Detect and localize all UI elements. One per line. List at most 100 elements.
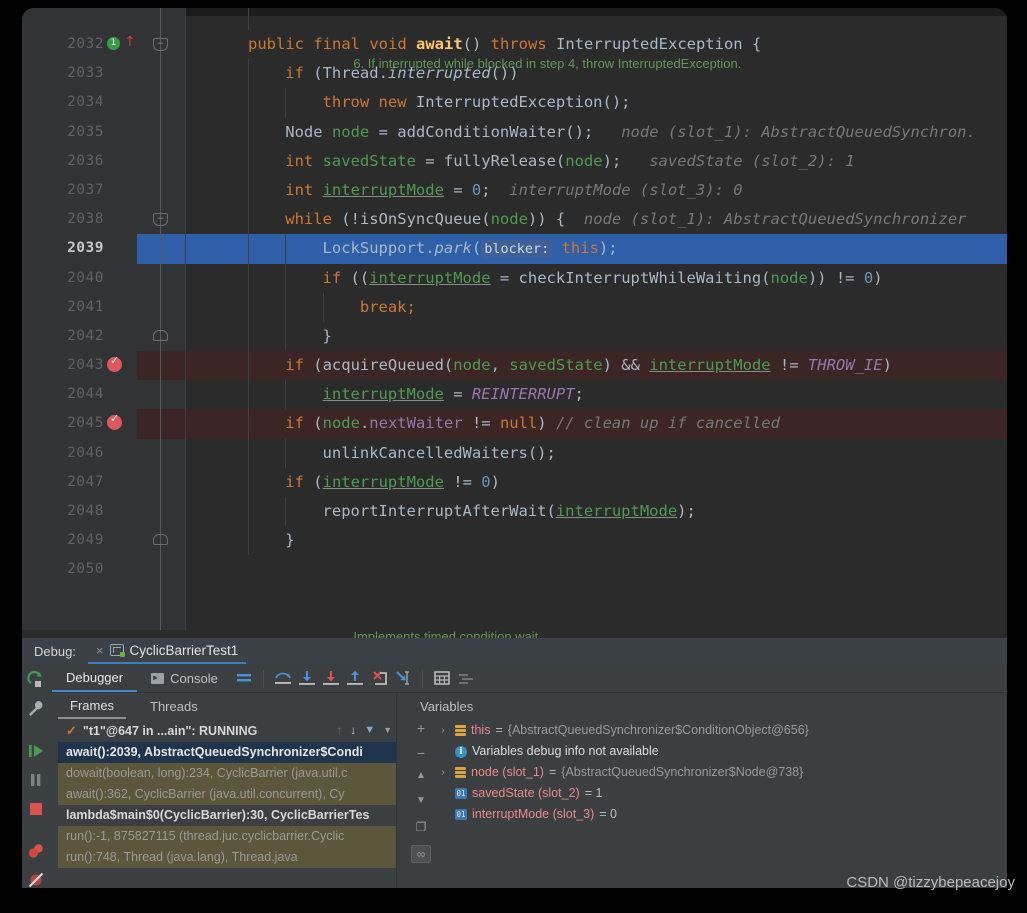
fold-column[interactable]: [137, 351, 186, 381]
editor-line-2037[interactable]: 2037 int interruptMode = 0; interruptMode…: [22, 175, 1007, 206]
remove-watch-icon[interactable]: −: [411, 745, 431, 763]
line-gutter[interactable]: 2049: [22, 526, 137, 556]
code-text[interactable]: [186, 555, 1007, 584]
expand-chevron-icon[interactable]: ›: [436, 720, 450, 741]
fold-column[interactable]: [137, 146, 186, 176]
fold-toggle-icon[interactable]: [153, 329, 168, 341]
add-watch-icon[interactable]: +: [411, 720, 431, 738]
fold-column[interactable]: [137, 59, 186, 89]
code-text[interactable]: if (interruptMode != 0): [186, 467, 1007, 497]
line-gutter[interactable]: 2042: [22, 321, 137, 352]
variable-row[interactable]: › node (slot_1) = {AbstractQueuedSynchron…: [436, 762, 1006, 783]
editor-line-2043[interactable]: 2043 if (acquireQueued(node, savedState) …: [22, 351, 1007, 381]
debug-session-tab[interactable]: × CyclicBarrierTest1: [87, 638, 247, 664]
fold-column[interactable]: [137, 438, 186, 468]
infinity-icon[interactable]: ∞: [411, 845, 431, 863]
fold-column[interactable]: [137, 526, 186, 556]
line-gutter[interactable]: 2045: [22, 409, 137, 439]
editor-line-2047[interactable]: 2047 if (interruptMode != 0): [22, 467, 1007, 497]
view-breakpoints-icon[interactable]: [26, 841, 48, 863]
editor-line-2049[interactable]: 2049}: [22, 526, 1007, 556]
arrow-up-icon[interactable]: ↑: [336, 723, 342, 737]
editor-line-2040[interactable]: 2040 if ((interruptMode = checkInterruptW…: [22, 263, 1007, 293]
stop-icon[interactable]: [26, 799, 48, 821]
settings-wrench-icon[interactable]: [26, 699, 48, 721]
editor-line-2039[interactable]: 2039 LockSupport.park(blocker: this);: [22, 234, 1007, 264]
code-text[interactable]: Node node = addConditionWaiter(); node (…: [186, 117, 1007, 147]
fold-column[interactable]: [137, 613, 186, 630]
fold-toggle-icon[interactable]: −: [153, 213, 168, 227]
variable-row[interactable]: 01 interruptMode (slot_3) = 0: [436, 804, 1006, 825]
code-text[interactable]: throw new InterruptedException();: [186, 88, 1007, 118]
tab-variables[interactable]: Variables: [408, 693, 485, 719]
breakpoint-icon[interactable]: [107, 412, 122, 431]
variable-row[interactable]: 01 savedState (slot_2) = 1: [436, 783, 1006, 804]
rerun-icon[interactable]: [26, 670, 48, 692]
evaluate-expression-icon[interactable]: [430, 666, 454, 690]
tab-console[interactable]: ▶ Console: [137, 664, 232, 692]
editor-line-2038[interactable]: 2038 − while (!isOnSyncQueue(node)) { node…: [22, 205, 1007, 235]
code-editor[interactable]: 6. If interrupted while blocked in step …: [22, 8, 1007, 638]
frames-side-toolbar[interactable]: + − ▲ ▼ ❐ ∞: [408, 720, 434, 888]
resume-program-icon[interactable]: [26, 741, 48, 763]
override-arrow-icon[interactable]: ↑: [124, 34, 136, 50]
fold-column[interactable]: [137, 175, 186, 206]
fold-column[interactable]: [137, 497, 186, 527]
editor-line-2033[interactable]: 2033 if (Thread.interrupted()): [22, 59, 1007, 89]
frame-row[interactable]: await():362, CyclicBarrier (java.util.co…: [58, 784, 396, 805]
fold-column[interactable]: [137, 292, 186, 322]
thread-strip-icons[interactable]: ↑ ↓ ▼ ▼: [336, 723, 392, 737]
frame-row[interactable]: run():-1, 875827115 (thread.juc.cyclicba…: [58, 826, 396, 847]
fold-column[interactable]: [137, 584, 186, 614]
editor-line-2036[interactable]: 2036 int savedState = fullyRelease(node);…: [22, 146, 1007, 176]
close-icon[interactable]: ×: [96, 643, 104, 658]
variables-pane[interactable]: › this = {AbstractQueuedSynchronizer$Cond…: [436, 720, 1006, 888]
fold-column[interactable]: [137, 8, 186, 30]
fold-column[interactable]: [137, 380, 186, 410]
editor-line-2042[interactable]: 2042}: [22, 321, 1007, 352]
line-gutter[interactable]: 2050: [22, 555, 137, 585]
line-gutter[interactable]: 2044: [22, 380, 137, 410]
line-gutter[interactable]: 2036: [22, 146, 137, 176]
frame-row[interactable]: run():748, Thread (java.lang), Thread.ja…: [58, 847, 396, 868]
editor-line-2050[interactable]: 2050: [22, 555, 1007, 585]
fold-toggle-icon[interactable]: −: [153, 38, 168, 51]
code-text[interactable]: }: [186, 321, 1007, 352]
line-gutter[interactable]: 2032 1 ↑: [22, 30, 137, 60]
editor-line-2048[interactable]: 2048 reportInterruptAfterWait(interruptMo…: [22, 497, 1007, 527]
line-gutter[interactable]: 2039: [22, 234, 137, 264]
code-text[interactable]: while (!isOnSyncQueue(node)) { node (slo…: [186, 205, 1007, 235]
code-text[interactable]: }: [186, 526, 1007, 556]
fold-column[interactable]: [137, 409, 186, 439]
fold-column[interactable]: [137, 555, 186, 585]
fold-column[interactable]: [137, 88, 186, 118]
debug-toolbar[interactable]: Debugger ▶ Console: [52, 664, 1007, 692]
editor-line-2032[interactable]: 2032 1 ↑ − public final void await() throws …: [22, 30, 1007, 60]
pane-splitter[interactable]: [396, 692, 397, 888]
line-gutter[interactable]: 2046: [22, 438, 137, 468]
tab-frames[interactable]: Frames: [58, 693, 127, 719]
code-text[interactable]: LockSupport.park(blocker: this);: [186, 234, 1007, 264]
variable-row[interactable]: i Variables debug info not available: [436, 741, 1006, 762]
editor-line-2046[interactable]: 2046 unlinkCancelledWaiters();: [22, 438, 1007, 468]
line-gutter[interactable]: 2043: [22, 351, 137, 381]
settings-lines-icon[interactable]: [454, 666, 478, 690]
editor-line-2041[interactable]: 2041 break;: [22, 292, 1007, 322]
drop-frame-icon[interactable]: [367, 666, 391, 690]
tab-debugger[interactable]: Debugger: [52, 664, 138, 692]
line-gutter[interactable]: [22, 584, 137, 614]
frames-pane[interactable]: ✓ "t1"@647 in ...ain": RUNNING ↑ ↓ ▼ ▼ a…: [58, 720, 396, 888]
code-text[interactable]: interruptMode = REINTERRUPT;: [186, 380, 1007, 410]
step-out-icon[interactable]: [343, 666, 367, 690]
step-over-icon[interactable]: [271, 666, 295, 690]
code-text[interactable]: break;: [186, 292, 1007, 322]
move-up-icon[interactable]: ▲: [411, 770, 431, 788]
code-text[interactable]: if (Thread.interrupted()): [186, 59, 1007, 89]
code-text[interactable]: public final void await() throws Interru…: [186, 30, 1007, 59]
line-gutter[interactable]: 2033: [22, 59, 137, 89]
breakpoint-icon[interactable]: [107, 354, 122, 373]
move-down-icon[interactable]: ▼: [411, 795, 431, 813]
line-gutter[interactable]: 2038: [22, 205, 137, 235]
thread-selector[interactable]: ✓ "t1"@647 in ...ain": RUNNING ↑ ↓ ▼ ▼: [58, 720, 396, 742]
code-text[interactable]: int interruptMode = 0; interruptMode (sl…: [186, 175, 1007, 206]
